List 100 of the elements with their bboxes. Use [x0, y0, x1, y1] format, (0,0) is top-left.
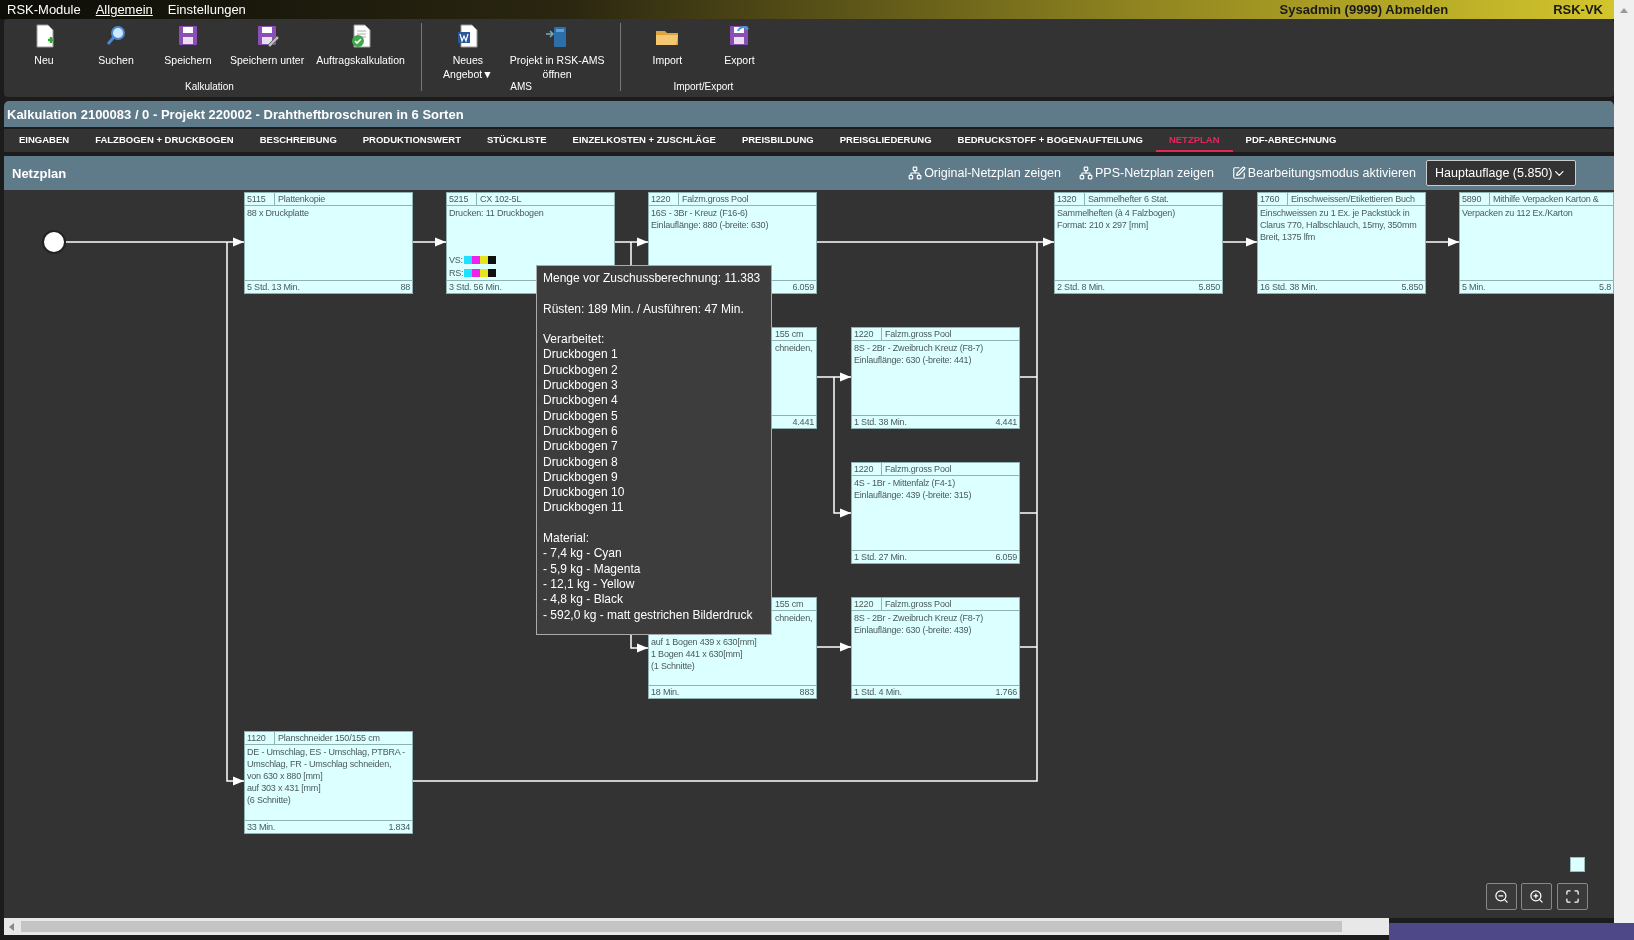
process-node[interactable]: 5115 Plattenkopie 88 x Druckplatte 5 Std. 13 Min. 88 — [244, 192, 413, 294]
tooltip-line: - 4,8 kg - Black — [543, 592, 625, 608]
node-code: 5215 — [447, 193, 477, 205]
ribbon-button[interactable]: Speichern — [152, 21, 224, 81]
fit-screen-button[interactable] — [1557, 883, 1588, 910]
process-node[interactable]: 1120 Planschneider 150/155 cm DE - Umschlag, ES - Umschlag, PTBRA - Umschlag, FR - Umschlag schneiden, von 630 x 880 [mm] auf 303 x 431 [mm] (6 Schnitte) 33 Min. 1.834 — [244, 731, 413, 834]
tab[interactable]: PDF-ABRECHNUNG — [1232, 129, 1350, 152]
menu-item[interactable]: RSK-Module — [7, 2, 81, 17]
node-detail: (1 Schnitte) — [651, 660, 695, 672]
section-title: Netzplan — [12, 165, 67, 181]
group-label: Kalkulation — [184, 81, 234, 94]
ink-label: VS: — [449, 254, 463, 266]
duration-text: 16 Std. 38 Min. — [1260, 281, 1318, 293]
ribbon-button[interactable]: Import — [631, 21, 704, 81]
tooltip-line: Druckbogen 11 — [543, 500, 625, 516]
tab[interactable]: FALZBOGEN + DRUCKBOGEN — [82, 129, 247, 152]
node-detail: Verpacken zu 112 Ex./Karton — [1462, 207, 1573, 219]
node-detail: 16S - 3Br - Kreuz (F16-6) — [651, 207, 748, 219]
app-name: RSK-VK — [1553, 2, 1603, 17]
scrollbar-thumb[interactable] — [21, 921, 1342, 932]
node-title: Falzm.gross Pool — [885, 328, 952, 340]
network-icon — [1079, 166, 1093, 180]
node-title: Sammelhefter 6 Stat. — [1088, 193, 1169, 205]
zoom-in-icon — [1529, 889, 1544, 904]
tooltip-line: Druckbogen 3 — [543, 378, 619, 394]
process-node[interactable]: 1320 Sammelhefter 6 Stat. Sammelheften (à 4 Falzbogen) Format: 210 x 297 [mm] 2 Std. 8 Min. 5.850 — [1054, 192, 1223, 294]
menu-item[interactable]: Einstellungen — [167, 2, 246, 17]
node-detail: Einschweissen zu 1 Ex. je Packstück in Clarus 770, Halbschlauch, 15my, 350mm Breit, 1375 lfm — [1260, 207, 1418, 243]
node-detail: Einlauflänge: 630 (-breite: 441) — [854, 354, 972, 366]
process-node[interactable]: 1220 Falzm.gross Pool 8S - 2Br - Zweibruch Kreuz (F8-7) Einlauflänge: 630 (-breite: 441) 1 Std. 38 Min. 4.441 — [851, 327, 1020, 429]
tab[interactable]: STÜCKLISTE — [473, 129, 560, 152]
quantity-text: 5.850 — [1401, 281, 1423, 293]
node-title: Falzm.gross Pool — [682, 193, 749, 205]
ribbon-button[interactable]: Projekt in RSK-AMS öffnen — [503, 21, 611, 81]
process-node[interactable]: 1760 Einschweissen/Etikettieren Buch Einschweissen zu 1 Ex. je Packstück in Clarus 770, Halbschlauch, 15my, 350mm Breit, 1375 lfm 16 Std. 38 Min. 5.850 — [1257, 192, 1426, 294]
zoom-in-button[interactable] — [1521, 883, 1552, 910]
node-detail: (6 Schnitte) — [247, 794, 291, 806]
edition-dropdown[interactable]: Hauptauflage (5.850) — [1426, 160, 1576, 186]
tab[interactable]: BESCHREIBUNG — [246, 129, 350, 152]
vertical-scrollbar[interactable] — [1614, 0, 1634, 923]
ribbon-button[interactable]: Speichern unter — [224, 21, 311, 81]
scroll-up-icon[interactable] — [1619, 6, 1629, 14]
start-node — [42, 230, 66, 254]
tooltip-line: Druckbogen 2 — [543, 362, 619, 379]
ribbon-button[interactable]: Suchen — [80, 21, 152, 81]
quantity-text: 5.850 — [1198, 281, 1220, 293]
duration-text: 1 Std. 4 Min. — [854, 686, 902, 698]
node-detail: 8S - 2Br - Zweibruch Kreuz (F8-7) — [854, 342, 983, 354]
tab[interactable]: EINZELKOSTEN + ZUSCHLÄGE — [559, 129, 729, 152]
scroll-left-icon[interactable] — [7, 921, 17, 932]
header-action-button[interactable]: Bearbeitungsmodus aktivieren — [1231, 166, 1416, 180]
node-detail: auf 303 x 431 [mm] — [247, 782, 321, 794]
node-code: 5890 — [1460, 193, 1490, 205]
tooltip-line: Druckbogen 4 — [543, 393, 619, 409]
quantity-text: 6.059 — [792, 281, 814, 293]
node-detail: Sammelheften (à 4 Falzbogen) — [1057, 207, 1175, 219]
zoom-out-icon — [1494, 889, 1509, 904]
user-logout-link[interactable]: Sysadmin (9999) Abmelden — [1279, 2, 1449, 17]
process-node[interactable]: 1220 Falzm.gross Pool 8S - 2Br - Zweibruch Kreuz (F8-7) Einlauflänge: 630 (-breite: 439) 1 Std. 4 Min. 1.766 — [851, 597, 1020, 699]
quantity-text: 5.8 — [1599, 281, 1611, 293]
ribbon-button[interactable]: Auftragskalkulation — [310, 21, 411, 81]
node-title: Falzm.gross Pool — [885, 463, 952, 475]
tab[interactable]: PREISGLIEDERUNG — [826, 129, 945, 152]
connector-arrow — [1423, 237, 1460, 247]
tooltip-line: - 5,9 kg - Magenta — [543, 561, 642, 577]
node-detail: Einlauflänge: 439 (-breite: 315) — [854, 489, 972, 501]
node-detail: 4S - 1Br - Mittenfalz (F4-1) — [854, 477, 955, 489]
node-detail: 88 x Druckplatte — [247, 207, 309, 219]
minimap[interactable] — [1570, 857, 1585, 872]
ribbon-button[interactable]: Neu — [8, 21, 80, 81]
node-code: 5115 — [245, 193, 275, 205]
tooltip-line: Druckbogen 8 — [543, 454, 619, 470]
duration-text: 2 Std. 8 Min. — [1057, 281, 1105, 293]
node-title: 155 cm — [775, 328, 804, 340]
tab[interactable]: PRODUKTIONSWERT — [349, 129, 474, 152]
node-code: 1320 — [1055, 193, 1085, 205]
tooltip-line: Druckbogen 5 — [543, 408, 619, 424]
duration-text: 33 Min. — [247, 821, 276, 833]
process-node[interactable]: 1220 Falzm.gross Pool 4S - 1Br - Mittenfalz (F4-1) Einlauflänge: 439 (-breite: 315) 1 Std. 27 Min. 6.059 — [851, 462, 1020, 564]
tab[interactable]: BEDRUCKSTOFF + BOGENAUFTEILUNG — [944, 129, 1156, 152]
header-action-button[interactable]: PPS-Netzplan zeigen — [1079, 166, 1214, 180]
tooltip-line: - 12,1 kg - Yellow — [543, 576, 636, 593]
quantity-text: 6.059 — [995, 551, 1017, 563]
header-action-button[interactable]: Original-Netzplan zeigen — [908, 166, 1061, 180]
menu-item[interactable]: Allgemein — [95, 2, 153, 17]
node-code: 1220 — [852, 328, 882, 340]
ribbon-button[interactable]: Export — [703, 21, 776, 81]
horizontal-scrollbar[interactable] — [4, 918, 1389, 935]
process-node[interactable]: 5890 Mithilfe Verpacken Karton & Verpacken zu 112 Ex./Karton 5 Min. 5.8 — [1459, 192, 1614, 294]
duration-text: 3 Std. 56 Min. — [449, 281, 502, 293]
zoom-out-button[interactable] — [1486, 883, 1517, 910]
node-title: Falzm.gross Pool — [885, 598, 952, 610]
ribbon-button[interactable]: Neues Angebot▼ — [431, 21, 504, 81]
tooltip-line: Verarbeitet: — [543, 332, 606, 348]
node-code: 1760 — [1258, 193, 1288, 205]
duration-text: 18 Min. — [651, 686, 680, 698]
tab[interactable]: EINGABEN — [6, 129, 83, 152]
node-detail: chneiden, — [775, 612, 813, 624]
connector-arrow — [1221, 237, 1258, 247]
tab[interactable]: PREISBILDUNG — [728, 129, 827, 152]
